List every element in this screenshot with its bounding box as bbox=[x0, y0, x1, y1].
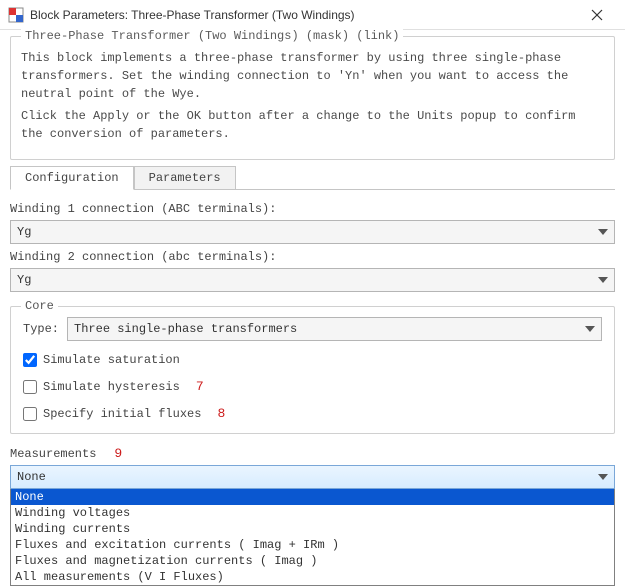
simulate-saturation-label: Simulate saturation bbox=[43, 353, 180, 367]
simulate-saturation-checkbox[interactable] bbox=[23, 353, 37, 367]
mask-legend: Three-Phase Transformer (Two Windings) (… bbox=[21, 29, 403, 43]
core-type-select[interactable]: Three single-phase transformers bbox=[67, 317, 602, 341]
annotation-8: 8 bbox=[217, 406, 225, 421]
tab-bar: Configuration Parameters bbox=[10, 166, 615, 190]
tab-configuration[interactable]: Configuration bbox=[10, 166, 134, 190]
mask-description-group: Three-Phase Transformer (Two Windings) (… bbox=[10, 36, 615, 160]
chevron-down-icon bbox=[578, 317, 602, 341]
measurements-select[interactable]: None bbox=[10, 465, 615, 489]
app-icon bbox=[8, 7, 24, 23]
measurements-value: None bbox=[17, 470, 46, 484]
measurements-option[interactable]: Winding voltages bbox=[11, 505, 614, 521]
measurements-label: Measurements bbox=[10, 447, 96, 461]
specify-initial-fluxes-label: Specify initial fluxes bbox=[43, 407, 201, 421]
mask-description-2: Click the Apply or the OK button after a… bbox=[21, 107, 604, 143]
window-title: Block Parameters: Three-Phase Transforme… bbox=[30, 8, 577, 22]
simulate-hysteresis-checkbox[interactable] bbox=[23, 380, 37, 394]
chevron-down-icon bbox=[591, 268, 615, 292]
winding2-label: Winding 2 connection (abc terminals): bbox=[10, 250, 615, 264]
measurements-dropdown: None Winding voltages Winding currents F… bbox=[10, 489, 615, 586]
chevron-down-icon bbox=[591, 465, 615, 489]
tab-parameters[interactable]: Parameters bbox=[134, 166, 236, 190]
measurements-option[interactable]: Winding currents bbox=[11, 521, 614, 537]
simulate-hysteresis-label: Simulate hysteresis bbox=[43, 380, 180, 394]
annotation-7: 7 bbox=[196, 379, 204, 394]
winding1-label: Winding 1 connection (ABC terminals): bbox=[10, 202, 615, 216]
winding1-select[interactable]: Yg bbox=[10, 220, 615, 244]
tab-panel-configuration: Winding 1 connection (ABC terminals): Yg… bbox=[10, 189, 615, 586]
core-group: Core Type: Three single-phase transforme… bbox=[10, 306, 615, 434]
measurements-option[interactable]: None bbox=[11, 489, 614, 505]
measurements-option[interactable]: Fluxes and magnetization currents ( Imag… bbox=[11, 553, 614, 569]
winding1-value: Yg bbox=[17, 225, 31, 239]
mask-description-1: This block implements a three-phase tran… bbox=[21, 49, 604, 103]
winding2-value: Yg bbox=[17, 273, 31, 287]
core-type-value: Three single-phase transformers bbox=[74, 322, 297, 336]
chevron-down-icon bbox=[591, 220, 615, 244]
core-type-label: Type: bbox=[23, 322, 59, 336]
winding2-select[interactable]: Yg bbox=[10, 268, 615, 292]
close-icon bbox=[591, 9, 603, 21]
measurements-option[interactable]: Fluxes and excitation currents ( Imag + … bbox=[11, 537, 614, 553]
close-button[interactable] bbox=[577, 1, 617, 29]
core-legend: Core bbox=[21, 299, 58, 313]
measurements-option[interactable]: All measurements (V I Fluxes) bbox=[11, 569, 614, 585]
annotation-9: 9 bbox=[114, 446, 122, 461]
specify-initial-fluxes-checkbox[interactable] bbox=[23, 407, 37, 421]
